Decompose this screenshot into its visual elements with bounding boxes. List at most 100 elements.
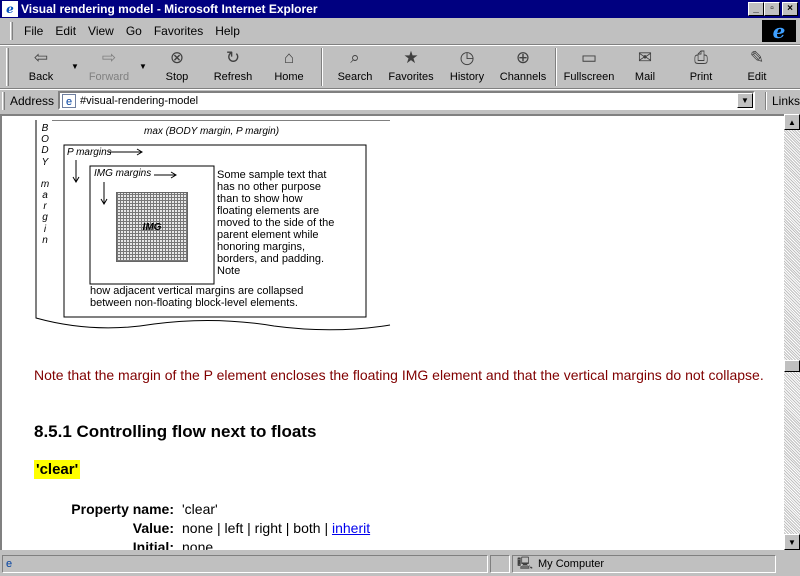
search-icon: ⌕	[350, 48, 360, 67]
restore-button[interactable]: ▫	[764, 2, 780, 16]
inherit-link[interactable]: inherit	[332, 520, 370, 536]
property-key: Value:	[132, 519, 174, 536]
fullscreen-button[interactable]: ▭ Fullscreen	[561, 45, 617, 87]
computer-icon: 🖳	[517, 555, 534, 570]
menu-grip[interactable]	[10, 22, 13, 40]
edit-page-icon: ✎	[749, 48, 765, 67]
property-key: Property name:	[71, 500, 174, 517]
menu-edit[interactable]: Edit	[49, 24, 82, 38]
edit-button[interactable]: ✎ Edit	[729, 45, 785, 87]
history-clock-icon: ◷	[459, 48, 475, 67]
forward-arrow-icon: ⇨	[101, 48, 117, 67]
forward-dropdown[interactable]: ▼	[137, 45, 149, 87]
diagram-bottom-text: how adjacent vertical margins are collap…	[90, 285, 304, 309]
security-zone-pane: 🖳 My Computer	[512, 555, 776, 573]
property-heading: 'clear'	[34, 460, 81, 479]
property-value: 'clear'	[182, 500, 218, 517]
status-text-pane: e	[2, 555, 488, 573]
menu-view[interactable]: View	[82, 24, 120, 38]
page-content: BO DY m ar gi n max (BODY margin, P marg…	[0, 114, 784, 550]
print-button[interactable]: ⎙ Print	[673, 45, 729, 87]
property-value: none | left | right | both | inherit	[182, 520, 370, 536]
address-bar: Address e #visual-rendering-model ▼ Link…	[0, 88, 800, 112]
menu-favorites[interactable]: Favorites	[148, 24, 209, 38]
menu-file[interactable]: File	[18, 24, 49, 38]
back-button[interactable]: ⇦ Back	[13, 45, 69, 87]
stop-button[interactable]: ⊗ Stop	[149, 45, 205, 87]
refresh-label: Refresh	[213, 71, 253, 83]
zone-label: My Computer	[538, 558, 605, 570]
title-bar: e Visual rendering model - Microsoft Int…	[0, 0, 800, 18]
fullscreen-label: Fullscreen	[563, 71, 615, 83]
scroll-thumb[interactable]	[784, 360, 800, 372]
menu-help[interactable]: Help	[209, 24, 246, 38]
address-separator	[764, 91, 767, 110]
menu-bar: File Edit View Go Favorites Help	[0, 19, 800, 43]
menu-go[interactable]: Go	[120, 24, 148, 38]
status-bar: e 🖳 My Computer	[0, 552, 800, 576]
img-placeholder: IMG	[116, 192, 188, 262]
close-button[interactable]: ×	[782, 2, 798, 16]
diagram-header: max (BODY margin, P margin)	[144, 126, 280, 137]
window-controls: _ ▫ ×	[748, 2, 798, 16]
favorites-button[interactable]: ★ Favorites	[383, 45, 439, 87]
back-label: Back	[28, 71, 54, 83]
vertical-scrollbar[interactable]: ▲ ▼	[784, 114, 800, 550]
img-label: IMG	[142, 221, 162, 233]
refresh-icon: ↻	[225, 48, 241, 67]
margin-note: Note that the margin of the P element en…	[34, 367, 764, 383]
forward-button[interactable]: ⇨ Forward	[81, 45, 137, 87]
links-button[interactable]: Links	[772, 94, 800, 108]
address-value[interactable]: #visual-rendering-model	[80, 95, 198, 107]
property-value: none	[182, 538, 214, 551]
address-input[interactable]: e #visual-rendering-model ▼	[58, 91, 755, 110]
print-label: Print	[689, 71, 713, 83]
toolbar-separator	[555, 48, 557, 86]
minimize-button[interactable]: _	[748, 2, 764, 16]
search-button[interactable]: ⌕ Search	[327, 45, 383, 87]
history-label: History	[449, 71, 485, 83]
standard-toolbar: ⇦ Back ▼ ⇨ Forward ▼ ⊗ Stop ↻ Refresh ⌂ …	[0, 44, 800, 88]
property-row: Property name: 'clear'	[34, 499, 370, 518]
address-label: Address	[10, 93, 55, 108]
section-heading: 8.5.1 Controlling flow next to floats	[34, 422, 317, 441]
address-dropdown-button[interactable]: ▼	[736, 93, 753, 108]
favorites-label: Favorites	[388, 71, 434, 83]
forward-label: Forward	[88, 71, 130, 83]
diagram-float-text: Some sample text that has no other purpo…	[217, 169, 335, 277]
stop-label: Stop	[165, 71, 189, 83]
address-grip[interactable]	[2, 91, 5, 110]
back-dropdown[interactable]: ▼	[69, 45, 81, 87]
img-margins-label: IMG margins	[94, 168, 152, 179]
window-title: Visual rendering model - Microsoft Inter…	[21, 2, 318, 16]
mail-label: Mail	[634, 71, 656, 83]
home-label: Home	[274, 71, 304, 83]
ie-app-icon[interactable]: e	[2, 1, 18, 17]
p-margins-label: P margins	[67, 147, 112, 158]
fullscreen-icon: ▭	[580, 48, 598, 67]
printer-icon: ⎙	[694, 48, 708, 67]
scroll-up-button[interactable]: ▲	[784, 114, 800, 130]
channels-satellite-icon: ⊕	[515, 48, 531, 67]
mail-icon: ✉	[637, 48, 653, 67]
page-icon: e	[62, 93, 77, 108]
margin-diagram: BO DY m ar gi n max (BODY margin, P marg…	[34, 120, 392, 335]
home-icon: ⌂	[283, 48, 295, 67]
toolbar-grip[interactable]	[6, 48, 9, 86]
stop-icon: ⊗	[169, 48, 185, 67]
mail-button[interactable]: ✉ Mail	[617, 45, 673, 87]
status-pane-progress	[490, 555, 510, 573]
search-label: Search	[337, 71, 373, 83]
property-row: Value: none | left | right | both | inhe…	[34, 518, 370, 537]
body-margin-vertical-label: BO DY m ar gi n	[40, 123, 50, 246]
refresh-button[interactable]: ↻ Refresh	[205, 45, 261, 87]
channels-button[interactable]: ⊕ Channels	[495, 45, 551, 87]
back-arrow-icon: ⇦	[33, 48, 49, 67]
edit-label: Edit	[747, 71, 767, 83]
property-row: Initial: none	[34, 537, 370, 551]
channels-label: Channels	[499, 71, 547, 83]
scroll-down-button[interactable]: ▼	[784, 534, 800, 550]
property-key: Initial:	[132, 538, 174, 551]
home-button[interactable]: ⌂ Home	[261, 45, 317, 87]
history-button[interactable]: ◷ History	[439, 45, 495, 87]
